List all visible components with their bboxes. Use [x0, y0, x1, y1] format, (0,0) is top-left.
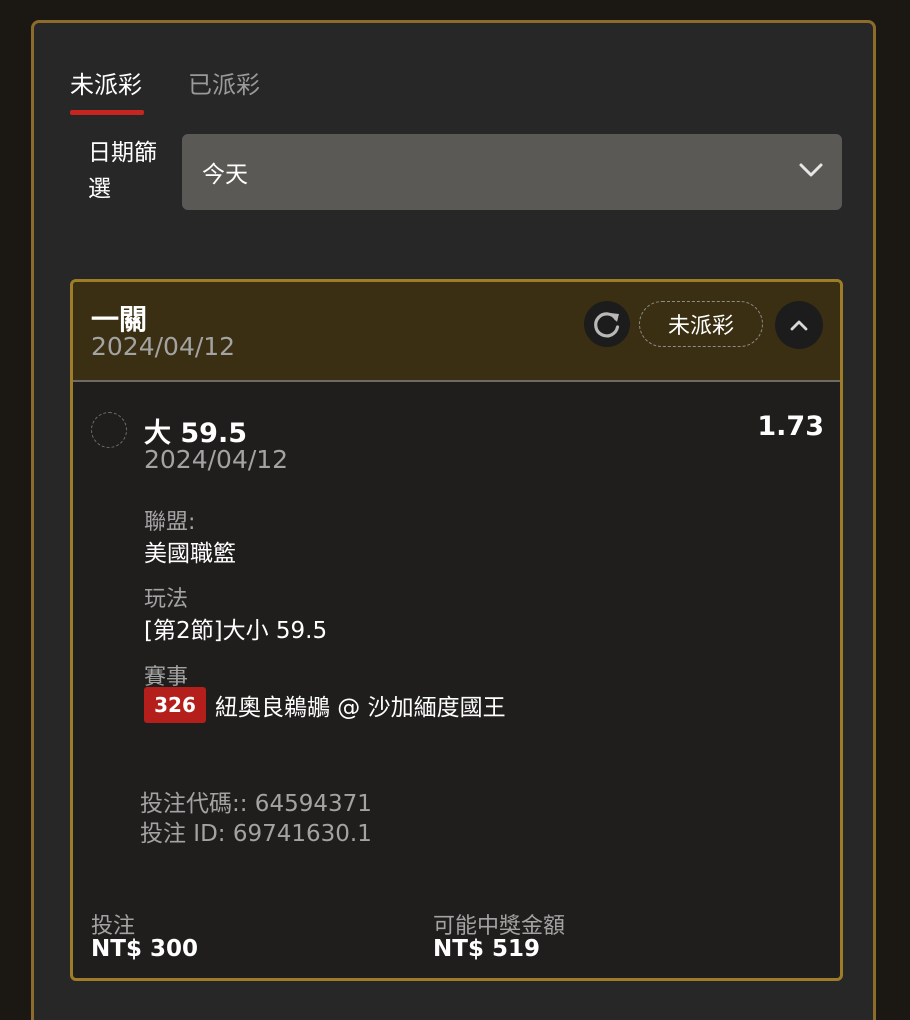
event-row: 326 紐奧良鵜鶘 @ 沙加緬度國王 — [144, 687, 506, 723]
league-label: 聯盟: — [144, 510, 196, 535]
bet-card-header[interactable]: 一關 2024/04/12 未派彩 — [73, 282, 840, 382]
event-id-badge: 326 — [144, 687, 206, 723]
market-value: [第2節]大小 59.5 — [144, 618, 328, 644]
refresh-icon — [594, 312, 620, 338]
chevron-down-icon — [799, 163, 823, 177]
bet-history-panel: 未派彩 已派彩 日期篩選 今天 一關 2024/04/12 未派彩 大 59.5… — [31, 20, 876, 1020]
refresh-button[interactable] — [584, 301, 630, 347]
status-tabs: 未派彩 已派彩 — [70, 68, 260, 118]
bet-card-date: 2024/04/12 — [91, 332, 236, 361]
date-filter-value: 今天 — [202, 162, 248, 188]
event-name: 紐奧良鵜鶘 @ 沙加緬度國王 — [215, 695, 506, 721]
bet-id: 投注 ID: 69741630.1 — [140, 821, 372, 847]
status-badge: 未派彩 — [639, 301, 763, 347]
bet-select-radio[interactable] — [91, 412, 127, 448]
bet-code: 投注代碼:: 64594371 — [140, 791, 372, 817]
tab-settled[interactable]: 已派彩 — [188, 68, 260, 118]
market-label: 玩法 — [144, 587, 189, 612]
bet-card: 一關 2024/04/12 未派彩 大 59.5 1.73 2024/04/12… — [70, 279, 843, 981]
stake-value: NT$ 300 — [91, 936, 198, 962]
bet-date: 2024/04/12 — [144, 445, 289, 474]
date-filter-label: 日期篩選 — [88, 140, 157, 202]
chevron-up-icon — [790, 320, 808, 331]
collapse-button[interactable] — [775, 301, 823, 349]
tab-unsettled[interactable]: 未派彩 — [70, 68, 144, 118]
bet-odds: 1.73 — [757, 411, 824, 442]
payout-value: NT$ 519 — [433, 936, 540, 962]
league-value: 美國職籃 — [144, 541, 236, 567]
date-filter-select[interactable]: 今天 — [182, 134, 842, 210]
